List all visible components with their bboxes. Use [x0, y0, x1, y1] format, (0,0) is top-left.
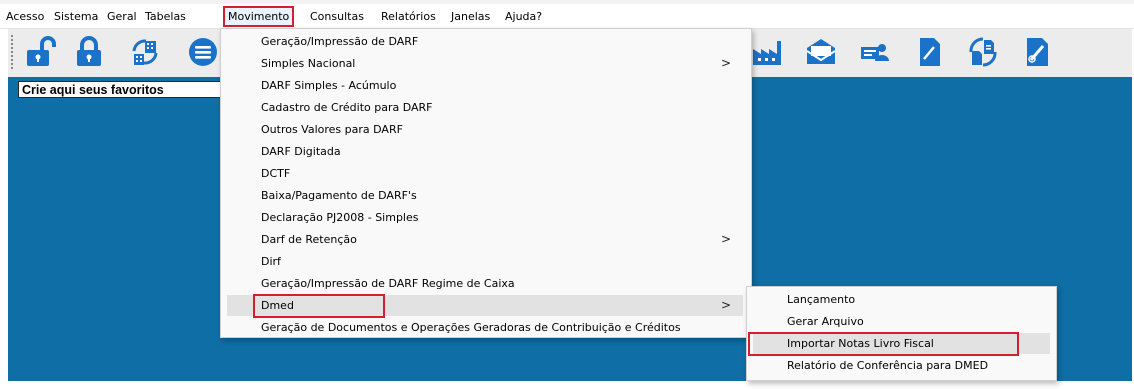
menu-item-cadastro-credito[interactable]: Cadastro de Crédito para DARF	[227, 97, 743, 118]
document-sync-icon[interactable]	[966, 35, 1000, 69]
menu-item-label: Gerar Arquivo	[787, 315, 864, 328]
menu-item-label: Darf de Retenção	[261, 233, 357, 246]
menu-item-label: Dirf	[261, 255, 281, 268]
submenu-item-importar-notas[interactable]: Importar Notas Livro Fiscal	[753, 333, 1050, 354]
menu-item-outros-valores[interactable]: Outros Valores para DARF	[227, 119, 743, 140]
menu-tabelas[interactable]: Tabelas	[145, 8, 186, 25]
window-top-edge	[0, 0, 1134, 4]
menu-geral[interactable]: Geral	[107, 8, 137, 25]
menu-item-label: Cadastro de Crédito para DARF	[261, 101, 433, 114]
dmed-submenu: Lançamento Gerar Arquivo Importar Notas …	[746, 286, 1057, 381]
chevron-right-icon: >	[720, 298, 731, 312]
menu-sistema[interactable]: Sistema	[54, 8, 98, 25]
submenu-item-relatorio-conferencia[interactable]: Relatório de Conferência para DMED	[753, 355, 1050, 376]
menu-item-geracao-darf-regime-caixa[interactable]: Geração/Impressão de DARF Regime de Caix…	[227, 273, 743, 294]
menu-item-label: DCTF	[261, 167, 291, 180]
buildings-sync-icon[interactable]	[128, 35, 162, 69]
menu-item-label: Lançamento	[787, 293, 856, 306]
menu-bar: Acesso Sistema Geral Tabelas Movimento C…	[0, 5, 1134, 29]
menu-acesso[interactable]: Acesso	[6, 8, 44, 25]
menu-item-label: Relatório de Conferência para DMED	[787, 359, 989, 372]
menu-item-label: Dmed	[261, 299, 294, 312]
chevron-right-icon: >	[720, 232, 731, 246]
menu-item-geracao-documentos[interactable]: Geração de Documentos e Operações Gerado…	[227, 317, 743, 338]
menu-item-label: Baixa/Pagamento de DARF's	[261, 189, 417, 202]
menu-item-label: DARF Simples - Acúmulo	[261, 79, 397, 92]
menu-item-darf-digitada[interactable]: DARF Digitada	[227, 141, 743, 162]
submenu-item-lancamento[interactable]: Lançamento	[753, 289, 1050, 310]
unlock-icon[interactable]	[22, 35, 56, 69]
menu-item-label: Simples Nacional	[261, 57, 356, 70]
movimento-menu: Geração/Impressão de DARF Simples Nacion…	[220, 28, 752, 338]
menu-movimento[interactable]: Movimento	[223, 6, 295, 27]
factory-icon[interactable]	[750, 35, 784, 69]
menu-circle-icon[interactable]	[186, 35, 220, 69]
menu-item-label: DARF Digitada	[261, 145, 341, 158]
document-icon[interactable]	[912, 35, 946, 69]
menu-item-declaracao-pj2008[interactable]: Declaração PJ2008 - Simples	[227, 207, 743, 228]
menu-item-darf-simples-acumulo[interactable]: DARF Simples - Acúmulo	[227, 75, 743, 96]
chevron-right-icon: >	[720, 56, 731, 70]
menu-consultas[interactable]: Consultas	[310, 8, 364, 25]
menu-item-label: Geração/Impressão de DARF Regime de Caix…	[261, 277, 515, 290]
menu-item-label: Declaração PJ2008 - Simples	[261, 211, 419, 224]
toolbar-grip[interactable]	[11, 35, 15, 69]
menu-item-label: Importar Notas Livro Fiscal	[787, 337, 934, 350]
menu-item-dmed[interactable]: Dmed >	[227, 295, 743, 316]
mail-icon[interactable]	[804, 35, 838, 69]
menu-item-label: Outros Valores para DARF	[261, 123, 403, 136]
menu-item-simples-nacional[interactable]: Simples Nacional >	[227, 53, 743, 74]
menu-item-dirf[interactable]: Dirf	[227, 251, 743, 272]
menu-relatorios[interactable]: Relatórios	[381, 8, 436, 25]
menu-item-baixa-pagamento[interactable]: Baixa/Pagamento de DARF's	[227, 185, 743, 206]
submenu-item-gerar-arquivo[interactable]: Gerar Arquivo	[753, 311, 1050, 332]
users-icon[interactable]	[858, 35, 892, 69]
menu-janelas[interactable]: Janelas	[451, 8, 490, 25]
menu-item-dctf[interactable]: DCTF	[227, 163, 743, 184]
menu-ajuda[interactable]: Ajuda?	[505, 8, 542, 25]
menu-item-label: Geração de Documentos e Operações Gerado…	[261, 321, 681, 334]
favorites-field[interactable]: Crie aqui seus favoritos	[18, 81, 232, 98]
menu-item-darf-retencao[interactable]: Darf de Retenção >	[227, 229, 743, 250]
document-link-icon[interactable]	[1020, 35, 1054, 69]
menu-item-geracao-darf[interactable]: Geração/Impressão de DARF	[227, 31, 743, 52]
menu-item-label: Geração/Impressão de DARF	[261, 35, 419, 48]
lock-icon[interactable]	[72, 35, 106, 69]
